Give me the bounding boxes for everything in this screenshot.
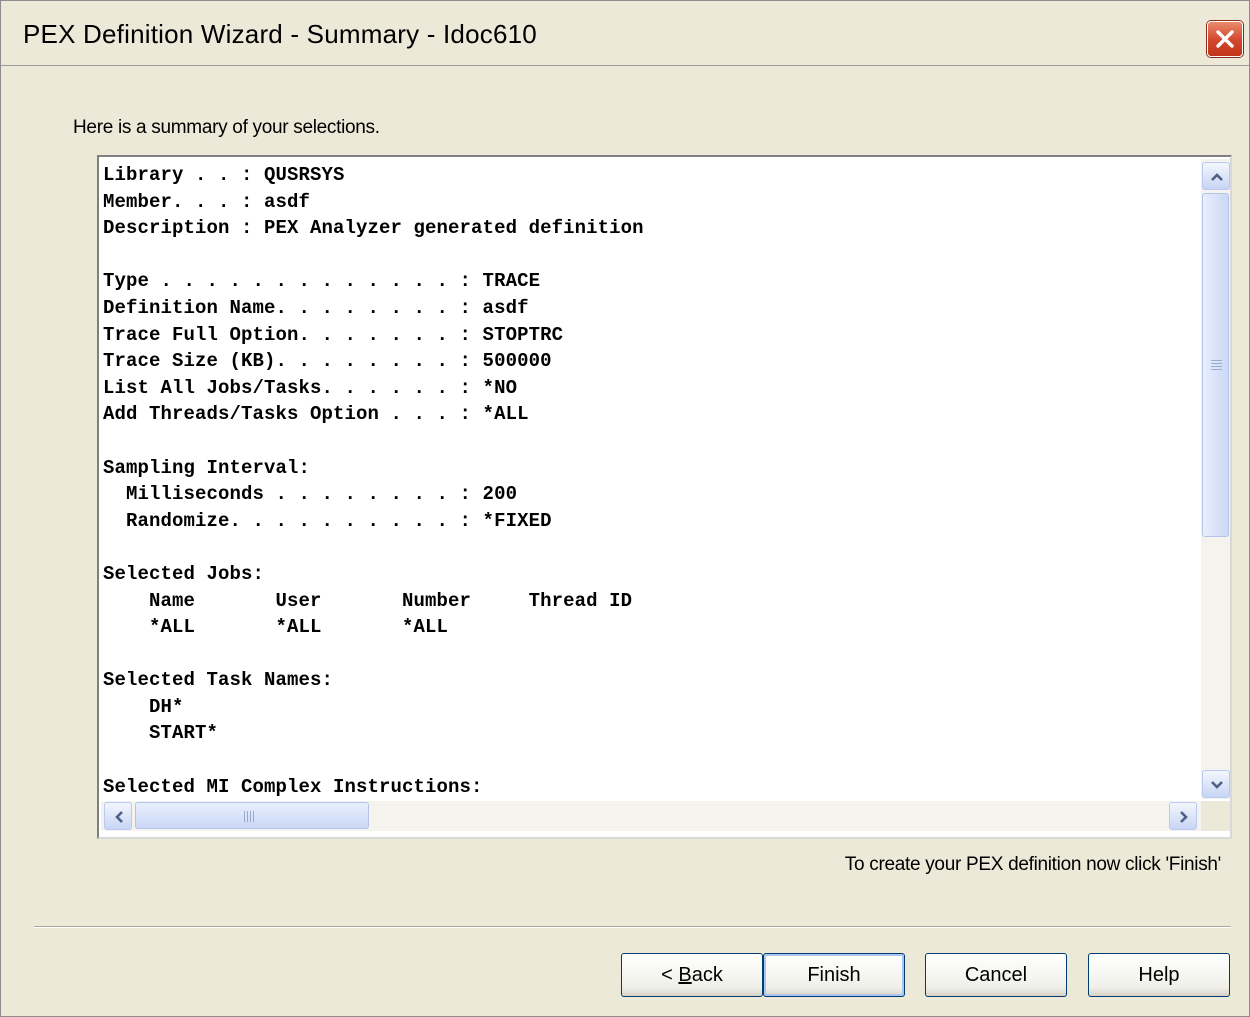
scroll-left-button[interactable] xyxy=(104,802,132,830)
summary-line: Selected Jobs: xyxy=(103,562,265,585)
summary-line: List All Jobs/Tasks. . . . . . : *NO xyxy=(103,376,518,399)
cancel-button[interactable]: Cancel xyxy=(925,953,1067,997)
back-button-mnemonic: B xyxy=(678,963,692,986)
horizontal-scrollbar[interactable] xyxy=(101,801,1201,831)
scroll-grip-icon xyxy=(244,811,256,822)
separator-line xyxy=(34,926,1231,928)
summary-line: Type . . . . . . . . . . . . . : TRACE xyxy=(103,270,541,293)
arrow-right-icon xyxy=(1180,811,1188,823)
intro-text: Here is a summary of your selections. xyxy=(73,117,380,138)
summary-line xyxy=(103,242,1199,269)
back-button[interactable]: < Back xyxy=(621,953,763,997)
summary-line: Definition Name. . . . . . . . : asdf xyxy=(103,296,529,319)
window-title: PEX Definition Wizard - Summary - Idoc61… xyxy=(23,19,537,49)
scroll-up-button[interactable] xyxy=(1202,162,1230,190)
summary-line: START* xyxy=(103,722,219,745)
vertical-scrollbar[interactable] xyxy=(1201,159,1230,799)
horizontal-scroll-thumb[interactable] xyxy=(135,802,369,829)
arrow-down-icon xyxy=(1211,781,1223,789)
close-x-icon xyxy=(1216,30,1234,48)
scroll-right-button[interactable] xyxy=(1169,802,1197,830)
summary-line: Member. . . : asdf xyxy=(103,190,311,213)
summary-line: DH* xyxy=(103,695,184,718)
summary-line: Sampling Interval: xyxy=(103,456,311,479)
summary-line: Trace Full Option. . . . . . . : STOPTRC xyxy=(103,323,564,346)
summary-line: Library . . : QUSRSYS xyxy=(103,164,345,186)
help-button[interactable]: Help xyxy=(1088,953,1230,997)
summary-line xyxy=(103,534,1199,561)
summary-textbox[interactable]: Library . . : QUSRSYS Member. . . : asdf D… xyxy=(97,155,1232,839)
summary-line: Selected MI Complex Instructions: xyxy=(103,775,483,798)
close-button[interactable] xyxy=(1207,21,1243,57)
summary-line: Description : PEX Analyzer generated def… xyxy=(103,217,644,240)
title-bar[interactable]: PEX Definition Wizard - Summary - Idoc61… xyxy=(1,1,1249,66)
scroll-grip-icon xyxy=(1211,360,1222,372)
scroll-down-button[interactable] xyxy=(1202,770,1230,798)
summary-line xyxy=(103,428,1199,455)
summary-line: Trace Size (KB). . . . . . . . : 500000 xyxy=(103,350,552,373)
summary-line xyxy=(103,641,1199,668)
vertical-scroll-thumb[interactable] xyxy=(1202,193,1229,537)
arrow-up-icon xyxy=(1211,173,1223,181)
wizard-dialog: PEX Definition Wizard - Summary - Idoc61… xyxy=(0,0,1250,1017)
summary-line: Randomize. . . . . . . . . . : *FIXED xyxy=(103,509,552,532)
back-button-prefix: < xyxy=(661,963,679,986)
arrow-left-icon xyxy=(115,811,123,823)
back-button-rest: ack xyxy=(691,963,723,986)
finish-button[interactable]: Finish xyxy=(763,953,905,997)
finish-hint-text: To create your PEX definition now click … xyxy=(844,854,1222,875)
summary-text-area[interactable]: Library . . : QUSRSYS Member. . . : asdf D… xyxy=(103,162,1199,802)
summary-line: Milliseconds . . . . . . . . : 200 xyxy=(103,483,518,506)
scrollbar-corner xyxy=(1201,801,1230,831)
summary-line: Selected Task Names: xyxy=(103,669,334,692)
summary-line: Name User Number Thread ID xyxy=(103,589,633,612)
summary-line xyxy=(103,747,1199,774)
summary-line: Add Threads/Tasks Option . . . : *ALL xyxy=(103,403,529,426)
summary-line: *ALL *ALL *ALL xyxy=(103,616,449,639)
